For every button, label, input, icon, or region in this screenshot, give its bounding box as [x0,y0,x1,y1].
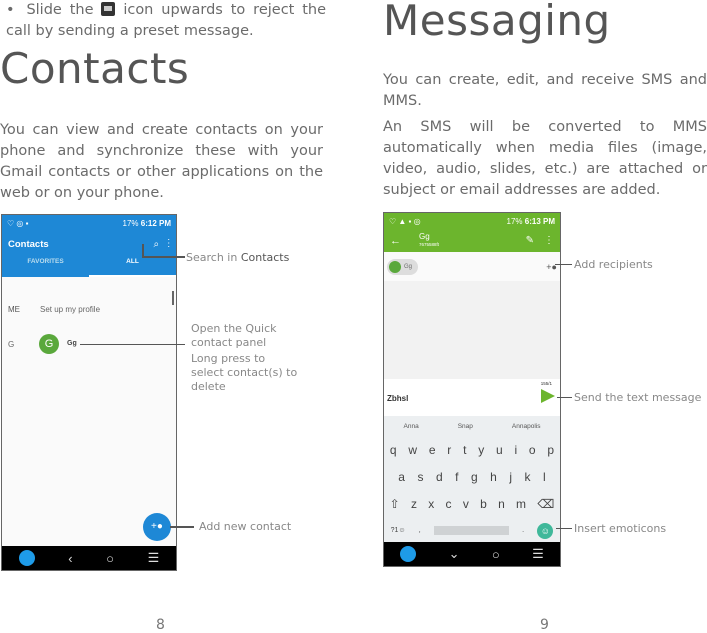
emoji-key[interactable]: ☺ [537,522,554,539]
suggestion[interactable]: Annapolis [512,423,541,430]
app-title: Contacts [8,239,49,250]
more-icon[interactable]: ⋮ [544,235,554,246]
key-a[interactable]: a [398,470,405,484]
page-number: 9 [540,617,549,633]
key-p[interactable]: p [547,443,554,457]
tab-favorites[interactable]: FAVORITES [2,258,89,277]
callout-add-contact: Add new contact [199,520,292,533]
contacts-body: You can view and create contacts on your… [0,122,323,201]
key-b[interactable]: b [480,497,487,511]
key-h[interactable]: h [490,470,497,484]
space-key[interactable] [433,526,509,535]
avatar[interactable]: G [39,334,59,354]
bullet: • [6,2,15,18]
home-icon[interactable]: ○ [492,547,500,562]
key-q[interactable]: q [390,443,397,457]
key-v[interactable]: v [463,497,469,511]
conversation-name: Gg [419,231,430,241]
conversation-number: 7675588ft [419,241,440,247]
search-icon[interactable]: ⌕ [154,239,160,250]
key-z[interactable]: z [411,497,417,511]
key-f[interactable]: f [455,470,458,484]
key-i[interactable]: i [514,443,517,457]
key-d[interactable]: d [436,470,443,484]
setup-profile[interactable]: Set up my profile [40,305,100,314]
callout-search: Search in Contacts [186,251,290,264]
assistant-icon[interactable] [18,550,35,566]
contact-row[interactable]: Gg [67,340,77,347]
group-letter: G [8,340,15,349]
page-number: 8 [156,617,165,633]
callout-emoticons: Insert emoticons [574,522,667,535]
key-n[interactable]: n [498,497,505,511]
key-e[interactable]: e [429,443,436,457]
period-key[interactable]: . [522,527,524,534]
symbols-key[interactable]: ?1☺ [391,527,406,534]
callout-add-recipients: Add recipients [574,258,653,271]
messaging-body-1: You can create, edit, and receive SMS an… [383,72,707,109]
message-input[interactable]: Zbhsl [387,394,408,403]
send-icon[interactable] [541,389,555,403]
tab-all[interactable]: ALL [89,258,176,277]
attach-icon[interactable]: ✎ [526,235,534,246]
bullet-item: • Slide the icon upwards to reject the c… [6,0,326,42]
suggestion[interactable]: Snap [458,423,473,430]
shift-key[interactable]: ⇧ [390,497,400,511]
message-icon [101,2,116,16]
scrollbar[interactable] [172,291,174,305]
add-recipient-icon[interactable]: +● [546,262,557,272]
add-contact-button[interactable]: +● [143,513,171,541]
suggestion[interactable]: Anna [404,423,419,430]
key-w[interactable]: w [408,443,417,457]
key-m[interactable]: m [516,497,526,511]
key-l[interactable]: l [543,470,546,484]
key-t[interactable]: t [463,443,466,457]
keyboard: Anna Snap Annapolis qwertyuiop asdfghjkl ⇧… [384,416,560,544]
key-r[interactable]: r [447,443,451,457]
key-g[interactable]: g [471,470,478,484]
messaging-screenshot: ♡ ▲ ▪ ◎ 17% 6:13 PM ← Gg 7675588ft ✎ ⋮ Gg… [383,212,561,567]
messaging-heading: Messaging [383,0,611,45]
status-bar: ♡ ◎ ▪ 17% 6:12 PM [7,218,171,228]
char-counter: 155/1 [540,381,552,386]
contacts-heading: Contacts [0,44,190,93]
assistant-icon[interactable] [400,546,417,562]
key-j[interactable]: j [509,470,512,484]
key-c[interactable]: c [446,497,452,511]
back-icon[interactable]: ‹ [68,551,72,566]
nav-bar: ⌄ ○ ☰ [384,542,560,566]
backspace-key[interactable]: ⌫ [537,497,554,511]
nav-bar: ‹ ○ ☰ [2,546,176,570]
bullet-text: Slide the [26,2,94,18]
callout-quick-contact: Open the Quick contact panel [191,322,277,349]
callout-send: Send the text message [574,391,702,404]
recipient-chip[interactable]: Gg [387,258,419,275]
me-label: ME [8,305,20,314]
more-icon[interactable]: ⋮ [168,239,171,250]
add-person-icon: +● [151,521,163,532]
hide-keyboard-icon[interactable]: ⌄ [449,546,460,562]
person-icon [389,260,401,273]
key-s[interactable]: s [417,470,423,484]
key-x[interactable]: x [428,497,434,511]
conversation-area [384,281,560,379]
key-k[interactable]: k [525,470,531,484]
callout-long-press: Long press to select contact(s) to delet… [191,352,298,393]
key-u[interactable]: u [496,443,503,457]
key-y[interactable]: y [478,443,484,457]
comma-key[interactable]: , [419,527,421,534]
key-o[interactable]: o [529,443,536,457]
back-arrow-icon[interactable]: ← [390,235,401,247]
menu-icon[interactable]: ☰ [532,546,544,562]
menu-icon[interactable]: ☰ [148,550,160,566]
messaging-body-2: An SMS will be converted to MMS automati… [383,119,707,198]
status-bar: ♡ ▲ ▪ ◎ 17% 6:13 PM [389,216,555,226]
home-icon[interactable]: ○ [106,551,114,566]
contacts-screenshot: ♡ ◎ ▪ 17% 6:12 PM Contacts ⌕ ⋮ FAVORITES … [1,214,177,571]
